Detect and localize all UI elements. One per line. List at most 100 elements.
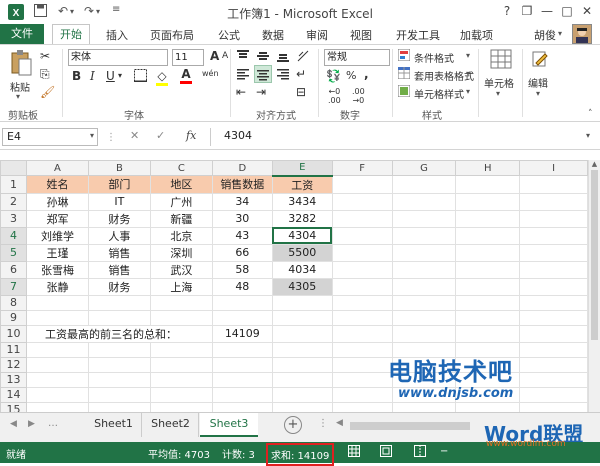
active-cell[interactable]: 4304	[271, 226, 333, 245]
tab-insert[interactable]: 插入	[106, 27, 128, 43]
cell[interactable]: 财务	[87, 209, 151, 228]
fill-color-icon[interactable]: ◇	[156, 69, 168, 86]
tab-page-layout[interactable]: 页面布局	[150, 27, 194, 43]
cell[interactable]	[331, 341, 393, 358]
cell[interactable]: 14109	[211, 324, 273, 343]
cell[interactable]	[25, 356, 89, 373]
cell[interactable]	[391, 277, 457, 296]
cell[interactable]: 销售	[87, 260, 151, 279]
cell[interactable]	[391, 324, 457, 343]
cell[interactable]	[519, 277, 588, 296]
cell-style-icon[interactable]	[397, 84, 411, 100]
cell[interactable]	[519, 226, 588, 245]
row-header[interactable]: 11	[0, 341, 27, 358]
cell[interactable]	[331, 356, 393, 373]
cell[interactable]: 财务	[87, 277, 151, 296]
cell[interactable]	[455, 243, 521, 262]
cell[interactable]	[331, 277, 393, 296]
scroll-thumb[interactable]	[591, 170, 598, 340]
close-button[interactable]: ✕	[574, 2, 600, 20]
copy-icon[interactable]: ⎘	[40, 67, 50, 82]
cell[interactable]	[87, 386, 151, 403]
row-header[interactable]: 2	[0, 192, 27, 211]
cell[interactable]: 30	[211, 209, 273, 228]
cell-style-button[interactable]: 单元格样式	[414, 86, 464, 101]
cell[interactable]	[271, 309, 333, 326]
cell-style-dropdown-icon[interactable]: ▾	[466, 87, 470, 96]
cell[interactable]	[87, 356, 151, 373]
cell[interactable]	[519, 243, 588, 262]
zoom-out-icon[interactable]: −	[440, 446, 448, 457]
column-header[interactable]: A	[25, 160, 89, 176]
cell[interactable]	[211, 294, 273, 311]
cell[interactable]: 姓名	[25, 175, 89, 194]
cell[interactable]: 新疆	[149, 209, 213, 228]
decrease-decimal-icon[interactable]: .00 →0	[352, 87, 365, 105]
cell[interactable]	[455, 294, 521, 311]
cell[interactable]	[331, 209, 393, 228]
cell[interactable]: 48	[211, 277, 273, 296]
cell[interactable]	[519, 192, 588, 211]
cell[interactable]: 人事	[87, 226, 151, 245]
cell[interactable]	[391, 175, 457, 194]
prev-sheet-icon[interactable]: ◀	[10, 419, 17, 429]
page-layout-view-icon[interactable]	[380, 445, 392, 460]
font-size-select[interactable]: 11	[172, 49, 204, 66]
font-grow-icon[interactable]: A	[210, 49, 219, 63]
table-format-button[interactable]: 套用表格格式	[414, 68, 474, 83]
cell[interactable]	[87, 294, 151, 311]
font-name-select[interactable]: 宋体	[68, 49, 168, 66]
format-painter-icon[interactable]: 🖌	[40, 85, 55, 99]
cell[interactable]	[271, 371, 333, 388]
cell[interactable]	[331, 260, 393, 279]
row-header[interactable]: 1	[0, 175, 27, 194]
cell[interactable]: 销售数据	[211, 175, 273, 194]
align-center-icon[interactable]	[254, 65, 272, 83]
underline-button[interactable]: U	[106, 69, 115, 83]
horizontal-scroll-thumb[interactable]	[350, 422, 470, 430]
cell[interactable]	[455, 324, 521, 343]
more-sheets-icon[interactable]: …	[48, 418, 58, 429]
cells-button[interactable]: 单元格	[484, 75, 514, 90]
percent-button[interactable]: %	[346, 69, 356, 82]
conditional-dropdown-icon[interactable]: ▾	[466, 51, 470, 60]
cell[interactable]	[391, 294, 457, 311]
cell[interactable]	[455, 277, 521, 296]
avatar[interactable]	[572, 24, 592, 44]
cell[interactable]	[149, 309, 213, 326]
cell[interactable]: 深圳	[149, 243, 213, 262]
row-header[interactable]: 12	[0, 356, 27, 373]
editing-dropdown-icon[interactable]: ▾	[536, 89, 540, 98]
cell[interactable]	[391, 309, 457, 326]
cell[interactable]: 工资最高的前三名的总和：	[25, 324, 213, 343]
selected-cell[interactable]: 5500	[271, 243, 333, 262]
cell[interactable]	[25, 386, 89, 403]
cell[interactable]	[519, 175, 588, 194]
italic-button[interactable]: I	[90, 69, 95, 83]
cell[interactable]: 张静	[25, 277, 89, 296]
cell[interactable]: 43	[211, 226, 273, 245]
table-format-icon[interactable]	[397, 66, 411, 82]
row-header[interactable]: 8	[0, 294, 27, 311]
cells-icon[interactable]	[490, 49, 512, 72]
user-name[interactable]: 胡俊	[534, 27, 556, 43]
cut-icon[interactable]: ✂	[40, 49, 50, 63]
cell[interactable]	[149, 294, 213, 311]
cell[interactable]	[331, 243, 393, 262]
cell[interactable]	[211, 371, 273, 388]
cell[interactable]: 58	[211, 260, 273, 279]
cell[interactable]	[519, 341, 588, 358]
cell[interactable]	[519, 209, 588, 228]
cell[interactable]	[331, 192, 393, 211]
row-header[interactable]: 14	[0, 386, 27, 403]
next-sheet-icon[interactable]: ▶	[28, 419, 35, 429]
cell[interactable]	[455, 175, 521, 194]
cell[interactable]	[87, 371, 151, 388]
cell[interactable]: 4034	[271, 260, 333, 279]
conditional-format-button[interactable]: 条件格式	[414, 50, 454, 65]
cell[interactable]	[271, 324, 333, 343]
increase-indent-icon[interactable]: ⇥	[256, 85, 266, 99]
cell[interactable]	[391, 192, 457, 211]
cell[interactable]	[211, 341, 273, 358]
cell[interactable]	[519, 386, 588, 403]
